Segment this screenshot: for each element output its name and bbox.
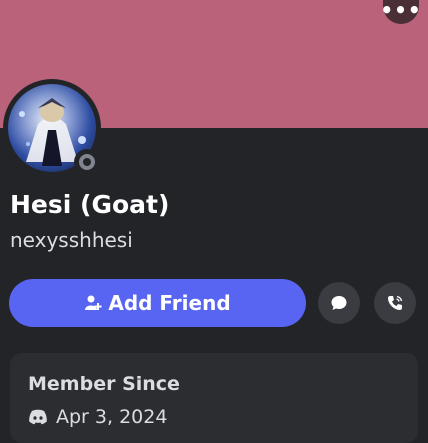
offline-status-icon [79,154,95,170]
add-friend-label: Add Friend [108,291,231,315]
member-since-date-row: Apr 3, 2024 [28,406,167,428]
member-since-title: Member Since [28,373,180,395]
add-friend-button[interactable]: Add Friend [9,279,306,327]
member-since-card: Member Since Apr 3, 2024 [10,353,418,443]
more-icon: ••• [380,0,422,22]
message-button[interactable] [318,282,360,324]
message-icon [331,296,347,310]
call-button[interactable] [374,282,416,324]
username: nexysshhesi [10,228,133,252]
member-since-date: Apr 3, 2024 [56,406,168,428]
status-indicator [74,149,100,175]
phone-icon [388,295,403,310]
add-friend-icon [85,295,102,310]
more-options-button[interactable]: ••• [380,0,422,24]
discord-icon [29,409,47,425]
display-name: Hesi (Goat) [10,190,170,219]
